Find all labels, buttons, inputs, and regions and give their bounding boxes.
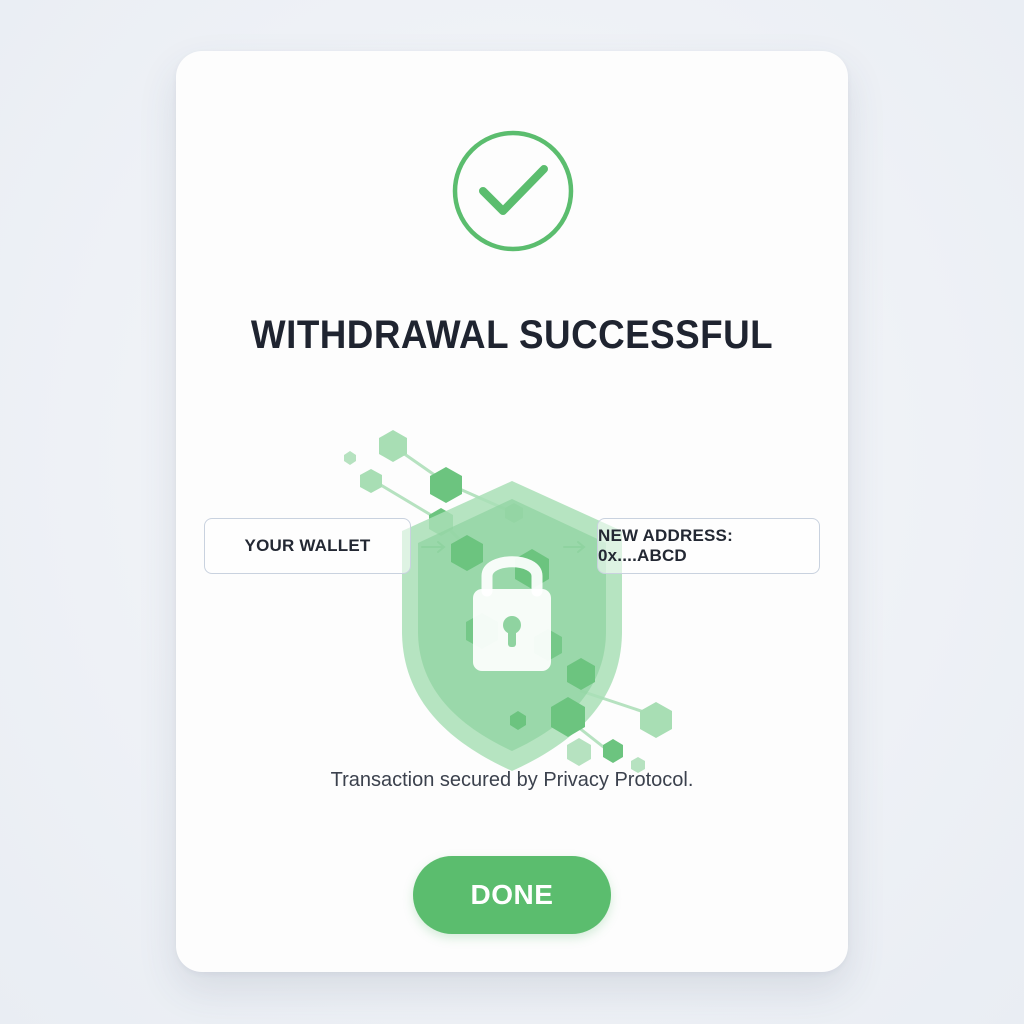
security-illustration [344,430,672,773]
source-wallet-box: YOUR WALLET [204,518,411,574]
dialog-title: WITHDRAWAL SUCCESSFUL [250,313,774,357]
done-button[interactable]: DONE [413,856,611,934]
success-dialog: WITHDRAWAL SUCCESSFUL YOUR WALLET NEW AD… [176,51,848,972]
destination-address-box: NEW ADDRESS: 0x....ABCD [597,518,820,574]
checkmark-circle-icon [452,130,574,252]
security-caption: Transaction secured by Privacy Protocol. [330,769,694,791]
